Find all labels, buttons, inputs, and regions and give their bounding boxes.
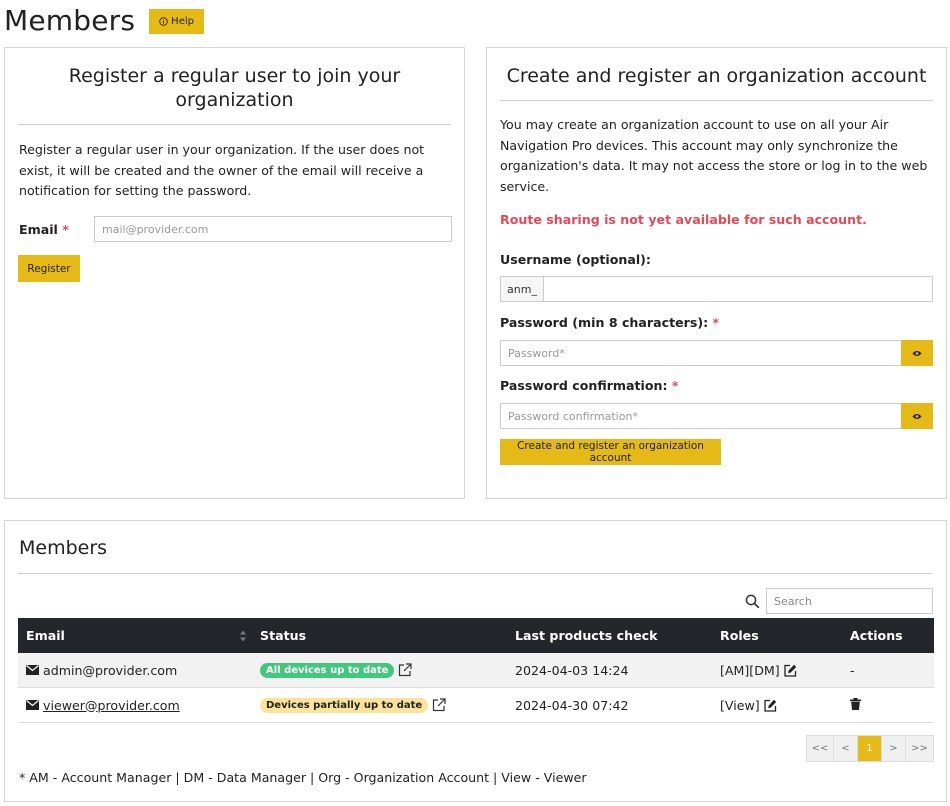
search-icon <box>745 594 760 608</box>
eye-icon <box>912 413 922 419</box>
table-header: Email Status Last products check Roles A… <box>18 618 934 653</box>
register-user-title: Register a regular user to join your org… <box>68 65 401 111</box>
first-page-button[interactable]: << <box>807 736 834 761</box>
status-badge: Devices partially up to date <box>260 697 429 713</box>
sort-icon <box>240 630 246 641</box>
password-confirmation-field[interactable]: Password confirmation* <box>500 403 902 429</box>
create-org-account-button[interactable]: Create and register an organization acco… <box>500 439 721 465</box>
prev-page-button[interactable]: < <box>834 736 858 761</box>
roles: [AM][DM] <box>720 662 780 678</box>
search-bar: Search <box>745 588 933 614</box>
register-user-description: Register a regular user in your organiza… <box>19 142 425 198</box>
username-field[interactable] <box>543 276 933 302</box>
column-header-actions: Actions <box>850 628 903 643</box>
org-account-card: Create and register an organization acco… <box>486 47 947 499</box>
last-check: 2024-04-30 07:42 <box>515 697 629 713</box>
trash-icon[interactable] <box>850 697 861 710</box>
column-header-email[interactable]: Email <box>18 628 252 643</box>
members-section-title: Members <box>19 537 108 559</box>
email-label: Email * <box>19 222 69 237</box>
external-link-icon[interactable] <box>398 663 413 677</box>
column-header-roles: Roles <box>720 628 759 643</box>
help-label: Help <box>171 16 194 27</box>
column-header-status: Status <box>260 628 307 643</box>
roles: [View] <box>720 697 760 713</box>
page-title: Members <box>4 4 136 37</box>
table-row: viewer@provider.com Devices partially up… <box>18 688 934 723</box>
register-user-card: Register a regular user to join your org… <box>4 47 465 499</box>
page-header: Members Help <box>4 4 204 37</box>
last-page-button[interactable]: >> <box>906 736 933 761</box>
status-badge: All devices up to date <box>260 662 395 678</box>
org-account-title: Create and register an organization acco… <box>506 65 927 87</box>
password-field[interactable]: Password* <box>500 340 902 366</box>
register-button[interactable]: Register <box>18 255 80 282</box>
members-table: Email Status Last products check Roles A… <box>18 618 934 723</box>
eye-icon <box>912 350 922 356</box>
required-mark: * <box>671 378 679 393</box>
members-card: Members Search Email Status Last product… <box>4 520 947 802</box>
divider <box>18 124 451 125</box>
next-page-button[interactable]: > <box>882 736 906 761</box>
help-button[interactable]: Help <box>149 9 204 34</box>
required-mark: * <box>62 222 69 237</box>
username-prefix: anm_ <box>500 276 544 302</box>
column-header-last-check: Last products check <box>515 628 658 643</box>
pagination: << < 1 > >> <box>806 735 934 762</box>
last-check: 2024-04-03 14:24 <box>515 662 629 678</box>
member-email: admin@provider.com <box>43 662 178 678</box>
roles-legend: * AM - Account Manager | DM - Data Manag… <box>19 770 587 785</box>
table-row: admin@provider.com All devices up to dat… <box>18 653 934 688</box>
edit-icon[interactable] <box>784 664 797 677</box>
toggle-confirmation-visibility-button[interactable] <box>901 403 933 429</box>
edit-icon[interactable] <box>764 699 777 712</box>
divider <box>500 100 933 101</box>
row-actions: - <box>850 662 855 678</box>
envelope-icon <box>26 700 39 710</box>
password-confirmation-label: Password confirmation: * <box>500 378 679 393</box>
route-sharing-warning: Route sharing is not yet available for s… <box>500 212 867 227</box>
required-mark: * <box>712 315 720 330</box>
password-label: Password (min 8 characters): * <box>500 315 720 330</box>
search-input[interactable]: Search <box>766 588 933 614</box>
divider <box>18 573 933 574</box>
org-account-description: You may create an organization account t… <box>500 117 928 194</box>
envelope-icon <box>26 665 39 675</box>
member-email-link[interactable]: viewer@provider.com <box>43 698 180 713</box>
external-link-icon[interactable] <box>432 698 446 712</box>
email-field[interactable]: mail@provider.com <box>94 216 452 242</box>
page-1-button[interactable]: 1 <box>858 736 882 761</box>
info-icon <box>159 17 168 26</box>
toggle-password-visibility-button[interactable] <box>901 340 933 366</box>
username-label: Username (optional): <box>500 252 651 267</box>
